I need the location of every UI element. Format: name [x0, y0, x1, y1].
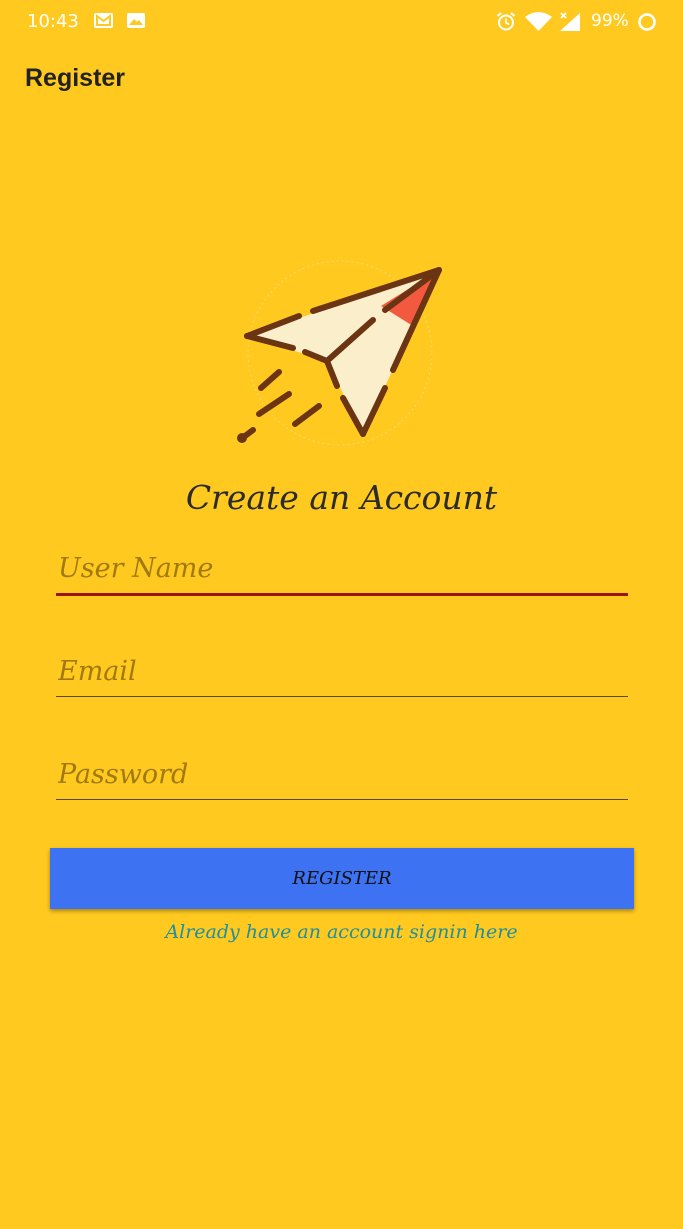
- status-time: 10:43: [27, 11, 79, 32]
- app-bar-title: Register: [25, 64, 126, 92]
- battery-icon: [638, 13, 656, 31]
- battery-percent: 99%: [591, 11, 629, 31]
- mail-icon: [94, 13, 113, 28]
- status-bar: 10:43 99%: [0, 0, 683, 44]
- alarm-icon: [496, 12, 516, 31]
- username-field[interactable]: [56, 548, 628, 588]
- email-field[interactable]: [56, 651, 628, 691]
- register-button-label: REGISTER: [292, 868, 392, 889]
- email-underline: [56, 696, 628, 697]
- image-icon: [127, 13, 145, 28]
- password-underline: [56, 799, 628, 800]
- password-field[interactable]: [56, 754, 628, 794]
- signal-icon: [560, 12, 580, 31]
- username-underline: [56, 593, 628, 596]
- signin-link[interactable]: Already have an account signin here: [0, 921, 683, 943]
- wifi-icon: [525, 12, 552, 31]
- create-account-heading: Create an Account: [185, 478, 498, 517]
- paper-plane-icon: [237, 260, 442, 446]
- register-button[interactable]: REGISTER: [50, 848, 634, 909]
